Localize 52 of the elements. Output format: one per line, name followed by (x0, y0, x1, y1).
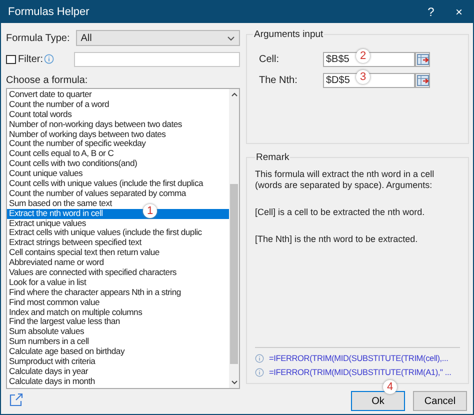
formula-link[interactable]: =IFERROR(TRIM(MID(SUBSTITUTE(TRIM(A1)," ... (269, 367, 452, 377)
formula-list-item[interactable]: Convert date to quarter (7, 90, 229, 100)
argument-input[interactable]: $B$5 2 (323, 52, 415, 67)
filter-label: Filter: (18, 54, 43, 64)
choose-formula-label: Choose a formula: (6, 75, 89, 86)
formula-type-dropdown[interactable]: All (76, 30, 240, 46)
argument-label: Cell: (259, 54, 280, 65)
help-button[interactable]: ? (417, 5, 445, 19)
formula-list-item[interactable]: Cell contains special text then return value (7, 248, 229, 258)
formula-list-item[interactable]: Count the number of values separated by comma (7, 188, 229, 199)
formula-list-item[interactable]: Count the number of a word (7, 100, 229, 110)
remark-text: [The Nth] is the nth word to be extracted. (255, 234, 419, 245)
formula-list-item[interactable]: Find most common value (7, 298, 229, 308)
formula-list-item[interactable]: Calculate days in month (7, 376, 229, 387)
argument-input[interactable]: $D$5 3 (323, 73, 415, 88)
formula-list-item[interactable]: Count cells with two conditions(and) (7, 159, 229, 170)
group-title: Remark (255, 152, 290, 163)
formula-list-item[interactable]: Look for a value in list (7, 278, 229, 288)
formula-link[interactable]: =IFERROR(TRIM(MID(SUBSTITUTE(TRIM(cell),... (269, 353, 448, 363)
formula-list-item[interactable]: Sum absolute values (7, 327, 229, 338)
formula-list-item[interactable]: Calculate age based on birthday (7, 347, 229, 358)
step-number-badge: 2 (356, 49, 370, 63)
formula-list-item[interactable]: Extract strings between specified text (7, 238, 229, 248)
formula-list-item[interactable]: Find the largest value less than (7, 317, 229, 328)
dialog-button[interactable]: Ok (351, 391, 405, 411)
formula-list-item[interactable]: Sum numbers in a cell (7, 337, 229, 348)
formula-type-label: Formula Type: (6, 32, 70, 44)
step-number-badge: 1 (143, 204, 157, 218)
formula-list-item[interactable]: Index and match on multiple columns (7, 308, 229, 318)
formula-list-item[interactable]: Find where the character appears Nth in a string (7, 288, 229, 298)
formula-list-item[interactable]: Count unique values (7, 169, 229, 180)
close-button[interactable]: × (445, 5, 473, 19)
remark-text: [Cell] is a cell to be extracted the nth word. (255, 207, 426, 218)
formula-list-item[interactable]: Count cells with unique values (include the first duplica (7, 179, 229, 189)
formula-list-item[interactable]: Number of non-working days between two dates (7, 120, 229, 130)
argument-label: The Nth: (259, 75, 298, 86)
formula-list-item[interactable]: Extract cells with unique values (include the first duplic (7, 228, 229, 238)
formula-list-item[interactable]: Number of working days between two dates (7, 130, 229, 140)
formula-list-item[interactable]: Sumproduct with criteria (7, 357, 229, 367)
formula-list-item[interactable]: Calculate days in year (7, 366, 229, 377)
window-title: Formulas Helper (8, 6, 90, 18)
step-number-badge: 4 (383, 380, 397, 394)
remark-text: This formula will extract the nth word in a cell (words are separated by space). Arguments: (255, 169, 436, 191)
formula-list-item[interactable]: Count cells equal to A, B or C (7, 149, 229, 160)
formula-list-item[interactable]: Extract unique values (7, 218, 229, 228)
formula-list-item[interactable]: Values are connected with specified characters (7, 268, 229, 278)
formula-list-item[interactable]: Count total words (7, 110, 229, 120)
group-title: Arguments input (253, 29, 324, 40)
formula-list-item[interactable]: Abbreviated name or word (7, 258, 229, 268)
formula-list-item[interactable]: Count the number of specific weekday (7, 139, 229, 150)
step-number-badge: 3 (356, 70, 370, 84)
dialog-button[interactable]: Cancel (413, 391, 467, 411)
